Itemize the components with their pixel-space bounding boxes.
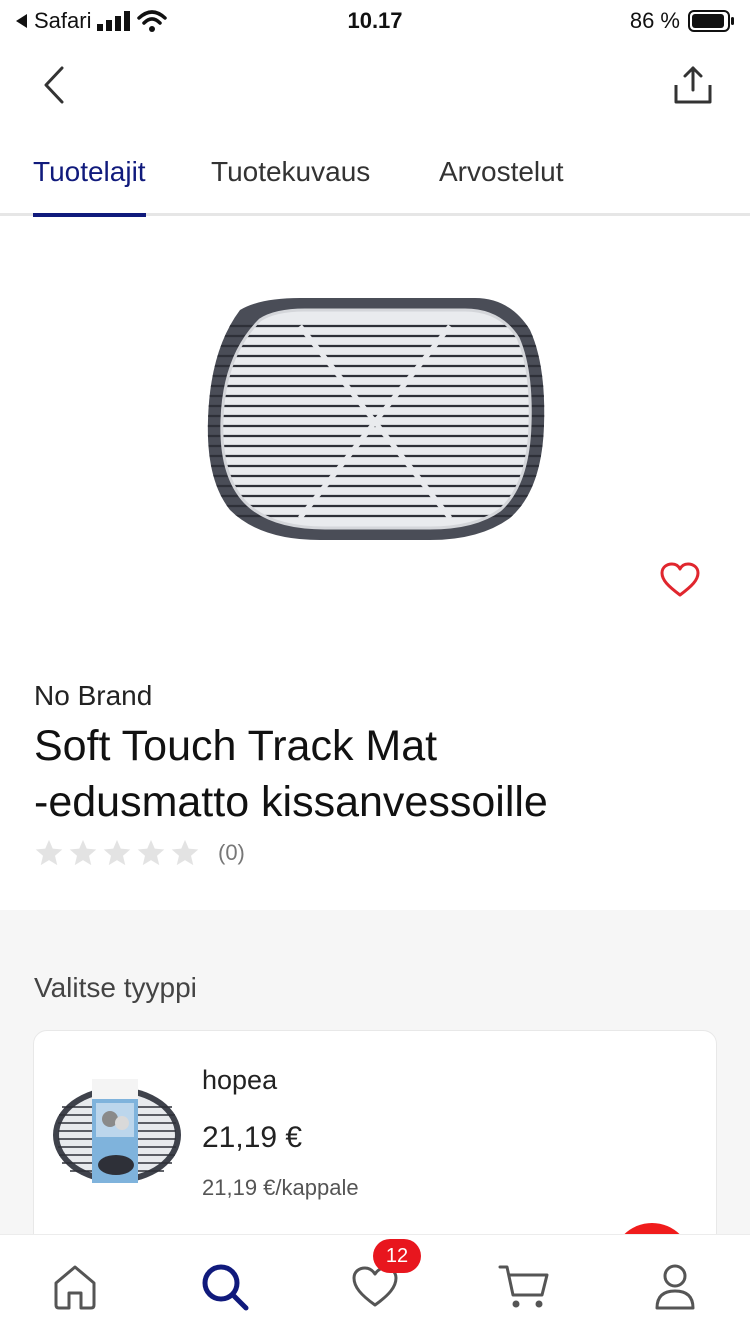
battery-percent: 86 % <box>629 8 680 33</box>
nav-search[interactable] <box>195 1257 255 1317</box>
product-brand[interactable]: No Brand <box>34 680 152 712</box>
tab-label: Arvostelut <box>439 156 564 187</box>
product-tabs: Tuotelajit Tuotekuvaus Arvostelut <box>0 150 750 217</box>
tab-label: Tuotelajit <box>33 156 146 187</box>
nav-favorites[interactable]: 12 <box>345 1239 421 1317</box>
variant-unit-price: 21,19 €/kappale <box>202 1175 359 1200</box>
share-icon <box>674 66 712 104</box>
nav-cart[interactable] <box>494 1257 554 1317</box>
heart-icon <box>660 562 700 597</box>
profile-icon <box>655 1264 695 1310</box>
home-icon <box>54 1265 96 1310</box>
variant-name: hopea <box>202 1065 278 1095</box>
chevron-left-icon <box>44 66 64 104</box>
star-icon <box>35 839 63 866</box>
product-title-line-1: Soft Touch Track Mat <box>34 722 438 770</box>
product-title-line-2: -edusmatto kissanvessoille <box>34 778 548 826</box>
star-icon <box>137 839 165 866</box>
tab-tuotekuvaus[interactable]: Tuotekuvaus <box>211 156 370 216</box>
product-rating[interactable]: (0) <box>34 838 245 868</box>
battery-icon <box>688 10 734 32</box>
product-title: Soft Touch Track Mat -edusmatto kissanve… <box>34 718 724 830</box>
bottom-tab-bar: 12 <box>0 1234 750 1334</box>
favorite-button[interactable] <box>656 558 704 602</box>
tab-arvostelut[interactable]: Arvostelut <box>439 156 564 216</box>
variant-thumbnail <box>50 1077 184 1189</box>
status-battery: 86 % <box>630 8 736 34</box>
search-icon <box>202 1264 249 1311</box>
cart-icon <box>498 1265 549 1308</box>
product-image[interactable] <box>200 290 550 552</box>
star-icon <box>171 839 199 866</box>
star-icon <box>103 839 131 866</box>
rating-count: (0) <box>218 840 245 865</box>
nav-bar <box>0 50 750 120</box>
favorites-count-badge: 12 <box>373 1239 421 1273</box>
rating-stars <box>34 838 200 868</box>
share-button[interactable] <box>670 60 716 110</box>
nav-home[interactable] <box>45 1257 105 1317</box>
variant-section-title: Valitse tyyppi <box>34 972 197 1003</box>
nav-profile[interactable] <box>645 1257 705 1317</box>
back-button[interactable] <box>34 60 74 110</box>
star-icon <box>69 839 97 866</box>
status-bar: Safari 10.17 86 % <box>0 0 750 40</box>
tab-tuotelajit[interactable]: Tuotelajit <box>33 156 146 217</box>
tab-label: Tuotekuvaus <box>211 156 371 187</box>
variant-price: 21,19 € <box>202 1121 303 1154</box>
